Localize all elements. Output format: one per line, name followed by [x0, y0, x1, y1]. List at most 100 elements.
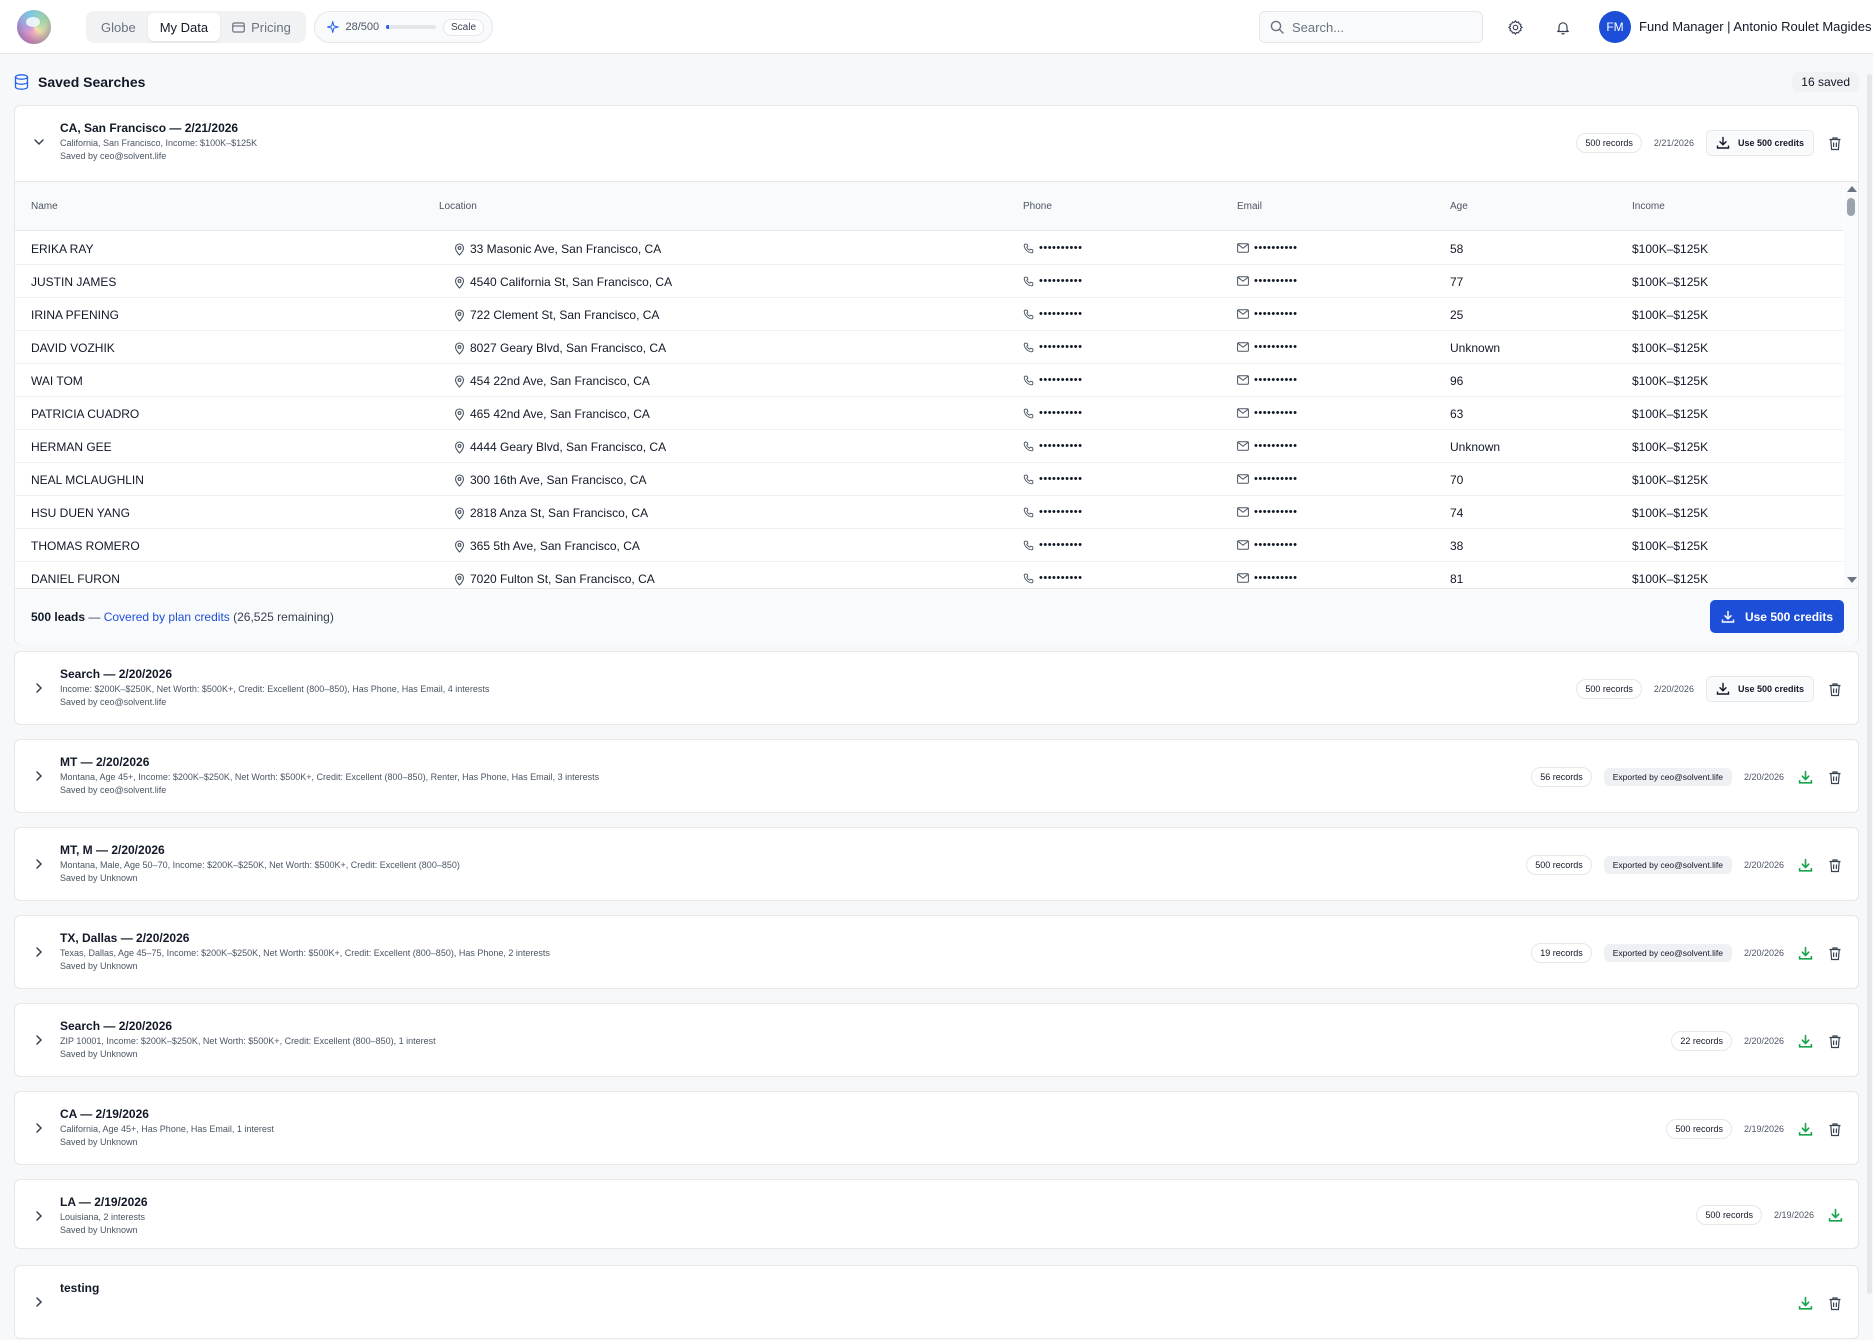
page-scrollbar[interactable]: [1866, 54, 1873, 1298]
saved-search-card[interactable]: MT, M — 2/20/2026 Montana, Male, Age 50–7…: [14, 827, 1859, 901]
table-row[interactable]: HSU DUEN YANG 2818 Anza St, San Francisco…: [15, 496, 1843, 529]
col-phone[interactable]: Phone: [1023, 201, 1052, 212]
chevron-right-icon[interactable]: [31, 1208, 47, 1224]
table-row[interactable]: THOMAS ROMERO 365 5th Ave, San Francisco,…: [15, 529, 1843, 562]
use-credits-button[interactable]: Use 500 credits: [1705, 130, 1814, 156]
chevron-right-icon[interactable]: [31, 768, 47, 784]
card-header[interactable]: LA — 2/19/2026 Louisiana, 2 interests Save…: [15, 1180, 1858, 1250]
download-button[interactable]: [1796, 1032, 1814, 1050]
col-income[interactable]: Income: [1632, 201, 1665, 212]
table-row[interactable]: ERIKA RAY 33 Masonic Ave, San Francisco, …: [15, 232, 1843, 265]
app-logo[interactable]: [17, 10, 51, 44]
notifications-button[interactable]: [1552, 16, 1574, 38]
delete-button[interactable]: [1826, 1120, 1844, 1138]
settings-button[interactable]: [1504, 16, 1526, 38]
saved-search-card[interactable]: CA — 2/19/2026 California, Age 45+, Has P…: [14, 1091, 1859, 1165]
use-credits-button[interactable]: Use 500 credits: [1705, 676, 1814, 702]
card-header[interactable]: MT — 2/20/2026 Montana, Age 45+, Income: …: [15, 740, 1858, 814]
tab-label: Pricing: [251, 19, 291, 35]
trash-icon: [1829, 858, 1841, 872]
trash-icon: [1829, 946, 1841, 960]
download-icon: [1798, 858, 1812, 872]
saved-search-card[interactable]: testing: [14, 1265, 1859, 1339]
card-header[interactable]: testing: [15, 1266, 1858, 1340]
lead-name: HERMAN GEE: [31, 440, 112, 454]
card-header[interactable]: Search — 2/20/2026 Income: $200K–$250K, N…: [15, 652, 1858, 726]
saved-search-card[interactable]: Search — 2/20/2026 Income: $200K–$250K, N…: [14, 651, 1859, 725]
table-row[interactable]: NEAL MCLAUGHLIN 300 16th Ave, San Francis…: [15, 463, 1843, 496]
download-button[interactable]: [1796, 1120, 1814, 1138]
covered-link[interactable]: Covered by plan credits: [104, 610, 230, 624]
saved-search-card[interactable]: Search — 2/20/2026 ZIP 10001, Income: $20…: [14, 1003, 1859, 1077]
card-header[interactable]: MT, M — 2/20/2026 Montana, Male, Age 50–7…: [15, 828, 1858, 902]
delete-button[interactable]: [1826, 134, 1844, 152]
delete-button[interactable]: [1826, 944, 1844, 962]
masked-phone: ••••••••••: [1039, 473, 1083, 485]
lead-name: THOMAS ROMERO: [31, 539, 140, 553]
tab-globe[interactable]: Globe: [89, 13, 148, 41]
card-header[interactable]: CA — 2/19/2026 California, Age 45+, Has P…: [15, 1092, 1858, 1166]
tab-label: Globe: [101, 19, 136, 35]
records-badge: 500 records: [1576, 679, 1642, 699]
use-credits-primary-button[interactable]: Use 500 credits: [1710, 600, 1844, 633]
tab-pricing[interactable]: Pricing: [220, 13, 303, 41]
search-filters: Montana, Age 45+, Income: $200K–$250K, N…: [60, 772, 600, 782]
lead-email: ••••••••••: [1237, 440, 1298, 452]
card-header[interactable]: TX, Dallas — 2/20/2026 Texas, Dallas, Age…: [15, 916, 1858, 990]
col-location[interactable]: Location: [439, 201, 477, 212]
chevron-right-icon[interactable]: [31, 1120, 47, 1136]
delete-button[interactable]: [1826, 768, 1844, 786]
saved-search-card[interactable]: TX, Dallas — 2/20/2026 Texas, Dallas, Age…: [14, 915, 1859, 989]
lead-email: ••••••••••: [1237, 308, 1298, 320]
card-header[interactable]: CA, San Francisco — 2/21/2026 California…: [15, 106, 1858, 180]
search-input[interactable]: [1292, 19, 1462, 35]
chevron-down-icon[interactable]: [31, 134, 47, 150]
table-scrollbar[interactable]: [1844, 182, 1858, 588]
table-row[interactable]: HERMAN GEE 4444 Geary Blvd, San Francisco…: [15, 430, 1843, 463]
user-name[interactable]: Fund Manager | Antonio Roulet Magides: [1639, 19, 1871, 34]
masked-phone: ••••••••••: [1039, 242, 1083, 254]
table-row[interactable]: PATRICIA CUADRO 465 42nd Ave, San Francis…: [15, 397, 1843, 430]
chevron-right-icon[interactable]: [31, 1032, 47, 1048]
download-button[interactable]: [1796, 1294, 1814, 1312]
chevron-right-icon[interactable]: [31, 1294, 47, 1310]
saved-count-badge: 16 saved: [1792, 72, 1859, 92]
credit-coverage: 500 leads — Covered by plan credits (26,…: [31, 610, 334, 624]
chevron-right-icon[interactable]: [31, 680, 47, 696]
chevron-right-icon[interactable]: [31, 856, 47, 872]
table-row[interactable]: DANIEL FURON 7020 Fulton St, San Francisc…: [15, 562, 1843, 588]
chevron-right-icon[interactable]: [31, 944, 47, 960]
delete-button[interactable]: [1826, 1294, 1844, 1312]
tab-my-data[interactable]: My Data: [147, 13, 221, 41]
download-button[interactable]: [1826, 1206, 1844, 1224]
avatar[interactable]: FM: [1599, 11, 1631, 43]
download-button[interactable]: [1796, 944, 1814, 962]
table-row[interactable]: JUSTIN JAMES 4540 California St, San Fran…: [15, 265, 1843, 298]
col-name[interactable]: Name: [31, 201, 58, 212]
lead-email: ••••••••••: [1237, 341, 1298, 353]
delete-button[interactable]: [1826, 680, 1844, 698]
tab-label: My Data: [159, 19, 209, 35]
location-pin-icon: [454, 440, 465, 454]
saved-search-card[interactable]: LA — 2/19/2026 Louisiana, 2 interests Save…: [14, 1179, 1859, 1249]
table-row[interactable]: DAVID VOZHIK 8027 Geary Blvd, San Francis…: [15, 331, 1843, 364]
delete-button[interactable]: [1826, 856, 1844, 874]
search-date: 2/19/2026: [1743, 1124, 1784, 1134]
card-header[interactable]: Search — 2/20/2026 ZIP 10001, Income: $20…: [15, 1004, 1858, 1078]
credits-meter[interactable]: 28/500 Scale: [314, 11, 493, 43]
col-email[interactable]: Email: [1237, 201, 1262, 212]
lead-email: ••••••••••: [1237, 407, 1298, 419]
col-age[interactable]: Age: [1450, 201, 1468, 212]
download-button[interactable]: [1796, 856, 1814, 874]
delete-button[interactable]: [1826, 1032, 1844, 1050]
lead-email: ••••••••••: [1237, 242, 1298, 254]
saved-search-card[interactable]: MT — 2/20/2026 Montana, Age 45+, Income: …: [14, 739, 1859, 813]
lead-location: 465 42nd Ave, San Francisco, CA: [454, 407, 650, 421]
download-button[interactable]: [1796, 768, 1814, 786]
location-text: 465 42nd Ave, San Francisco, CA: [470, 407, 650, 421]
lead-phone: ••••••••••: [1023, 572, 1083, 584]
table-row[interactable]: WAI TOM 454 22nd Ave, San Francisco, CA ••…: [15, 364, 1843, 397]
records-badge: 500 records: [1526, 855, 1592, 875]
mail-icon: [1237, 507, 1249, 517]
table-row[interactable]: IRINA PFENING 722 Clement St, San Francis…: [15, 298, 1843, 331]
